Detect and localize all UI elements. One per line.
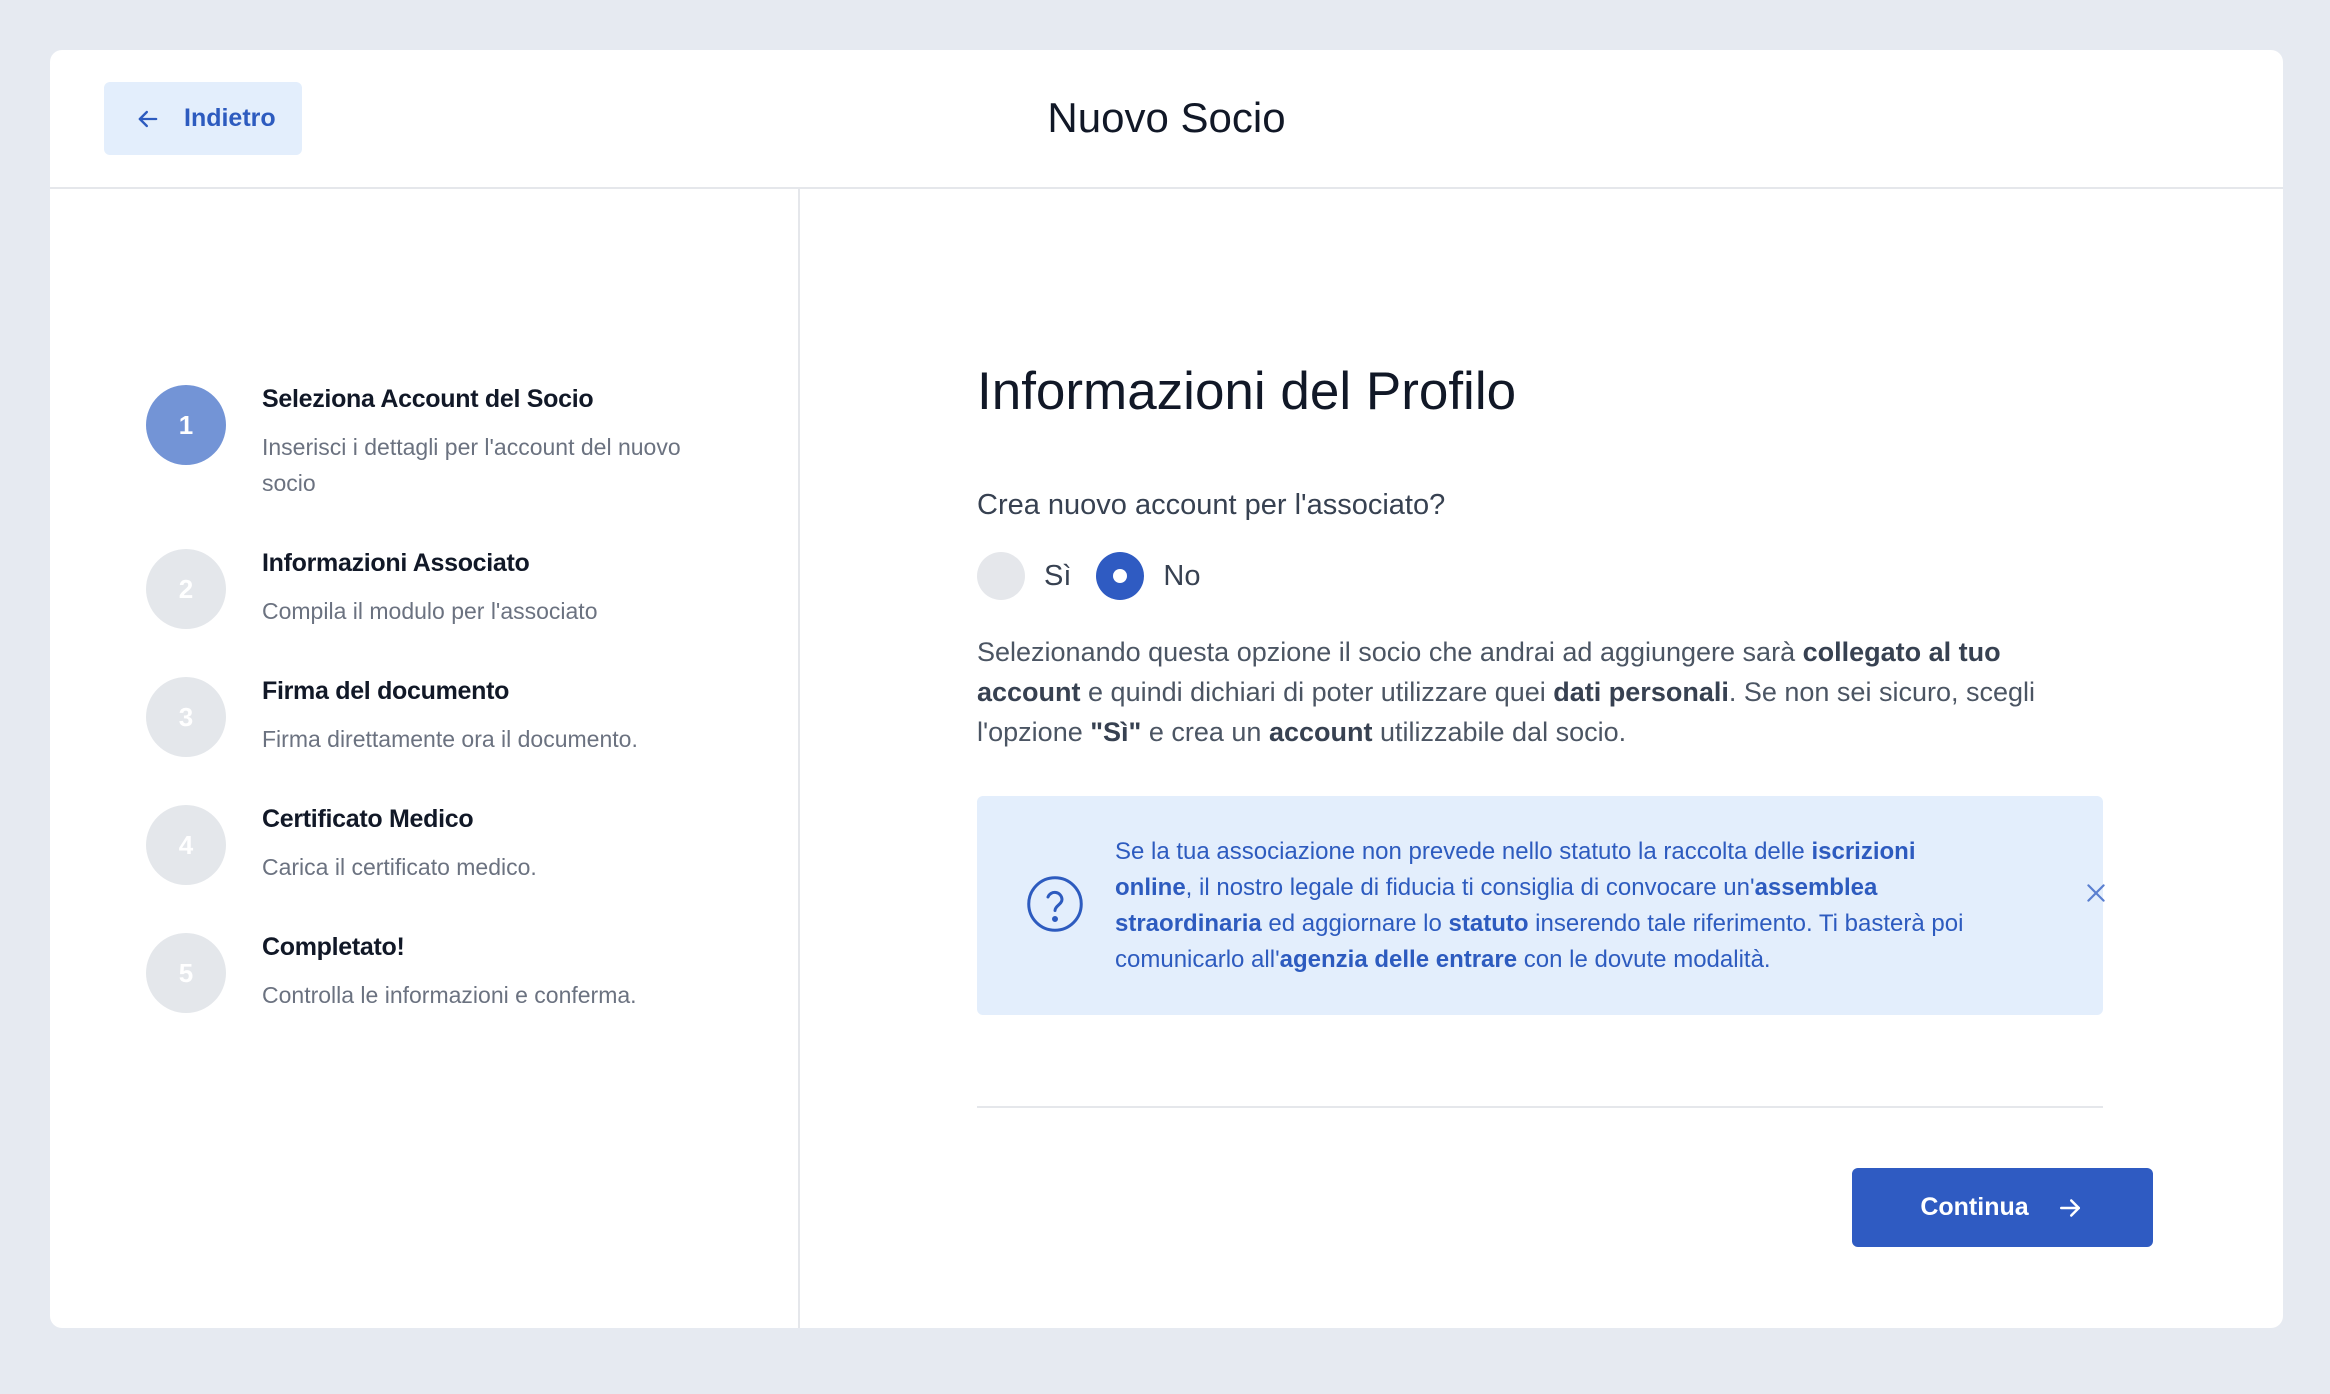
step-number: 2: [146, 549, 226, 629]
divider: [977, 1106, 2103, 1108]
step-description: Inserisci i dettagli per l'account del n…: [262, 434, 681, 496]
explanation-text: Selezionando questa opzione il socio che…: [977, 637, 2035, 747]
step-number: 5: [146, 933, 226, 1013]
radio-si[interactable]: [977, 552, 1025, 600]
step-title: Informazioni Associato: [262, 549, 530, 577]
step-description: Compila il modulo per l'associato: [262, 598, 598, 624]
step-description: Controlla le informazioni e conferma.: [262, 982, 637, 1008]
step-title: Completato!: [262, 933, 405, 961]
close-icon[interactable]: [2083, 880, 2109, 906]
step-title: Seleziona Account del Socio: [262, 385, 594, 413]
step-number: 3: [146, 677, 226, 757]
steps-sidebar: 1 Seleziona Account del Socio Inserisci …: [50, 189, 800, 1328]
radio-no-label[interactable]: No: [1163, 560, 1200, 593]
step-title: Certificato Medico: [262, 805, 474, 833]
info-alert-text: Se la tua associazione non prevede nello…: [1115, 838, 1964, 973]
arrow-right-icon: [2059, 1198, 2080, 1217]
radio-no[interactable]: [1096, 552, 1145, 600]
radio-si-label[interactable]: Sì: [1044, 560, 1071, 593]
step-title: Firma del documento: [262, 677, 510, 705]
step-number: 1: [146, 385, 226, 465]
step-number: 4: [146, 805, 226, 885]
continue-button[interactable]: Continua: [1852, 1168, 2153, 1247]
wizard-card: Indietro Nuovo Socio 1 Seleziona Account…: [50, 50, 2283, 1328]
account-radio-group: Sì No: [977, 551, 1200, 601]
info-alert: Se la tua associazione non prevede nello…: [977, 796, 2105, 1015]
step-description: Firma direttamente ora il documento.: [262, 726, 638, 752]
question-circle-icon: [1027, 876, 1083, 932]
section-title: Informazioni del Profilo: [977, 362, 1517, 421]
continue-button-label: Continua: [1920, 1193, 2029, 1221]
step-description: Carica il certificato medico.: [262, 854, 537, 880]
header: Indietro Nuovo Socio: [50, 50, 2283, 189]
page-title: Nuovo Socio: [1047, 94, 1286, 141]
account-question: Crea nuovo account per l'associato?: [977, 489, 1446, 521]
